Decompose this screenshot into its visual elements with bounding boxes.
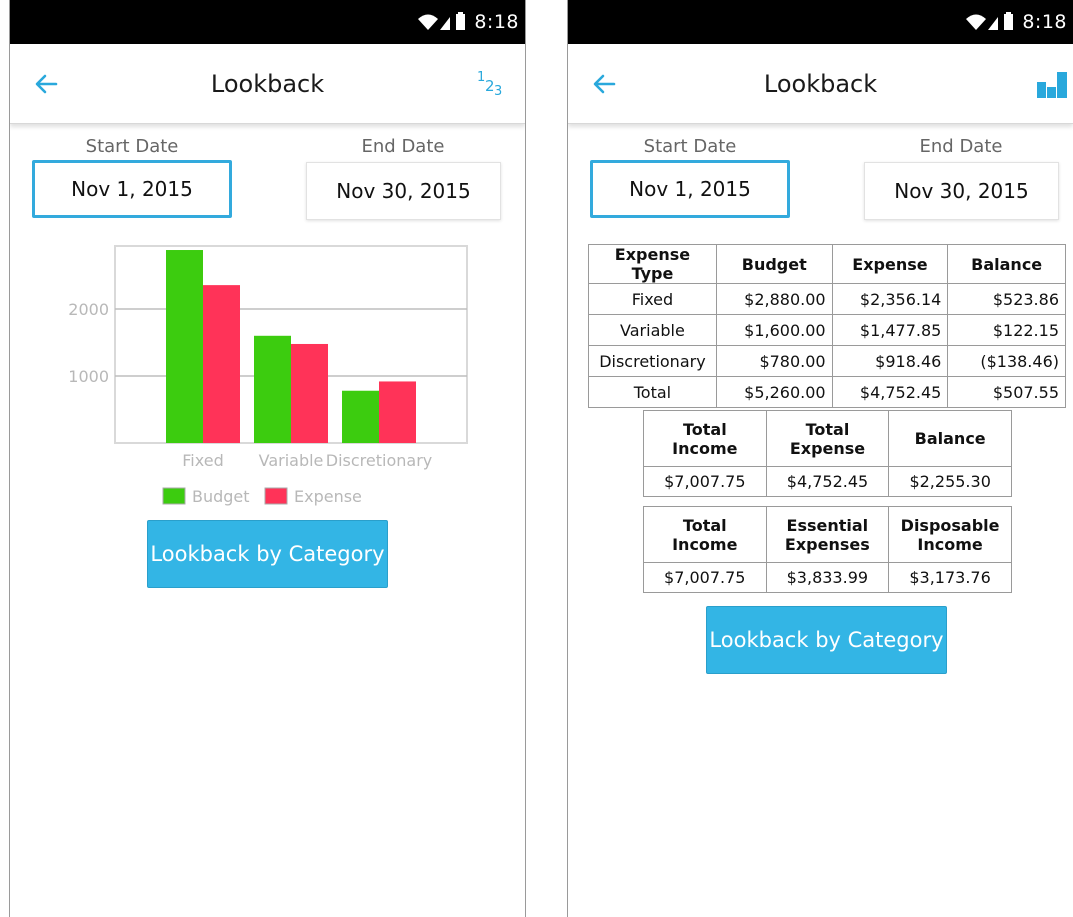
page-title: Lookback bbox=[210, 70, 325, 98]
table-row: $7,007.75 $4,752.45 $2,255.30 bbox=[643, 466, 1012, 497]
total-income-cell: $7,007.75 bbox=[643, 466, 767, 497]
bar-budget bbox=[342, 390, 379, 443]
status-bar: 8:18 bbox=[10, 0, 525, 44]
column-header: Budget bbox=[715, 244, 833, 284]
expense-type-cell: Total bbox=[588, 376, 717, 408]
start-date-label: Start Date bbox=[643, 136, 737, 157]
total-income-cell: $7,007.75 bbox=[643, 562, 767, 593]
right-phone-screen: 8:18 Lookback Start Date End Date Nov 1,… bbox=[567, 0, 1073, 917]
table-row: $7,007.75 $3,833.99 $3,173.76 bbox=[643, 562, 1012, 593]
balance-cell: $122.15 bbox=[947, 314, 1066, 346]
essential-expenses-cell: $3,833.99 bbox=[765, 562, 890, 593]
budget-cell: $5,260.00 bbox=[715, 376, 833, 408]
digit-three: 3 bbox=[494, 84, 503, 99]
total-expense-cell: $4,752.45 bbox=[765, 466, 890, 497]
legend-swatch bbox=[162, 487, 186, 505]
page-title: Lookback bbox=[763, 70, 878, 98]
end-date-field[interactable]: Nov 30, 2015 bbox=[306, 162, 501, 220]
table-header-row: Expense Type Budget Expense Balance bbox=[588, 244, 1066, 284]
lookback-by-category-button[interactable]: Lookback by Category bbox=[147, 520, 388, 588]
income-balance-table: Total Income Total Expense Balance $7,00… bbox=[643, 410, 1012, 497]
column-header: Expense Type bbox=[588, 244, 717, 284]
column-header: Total Expense bbox=[765, 410, 890, 467]
expense-cell: $2,356.14 bbox=[831, 283, 949, 315]
expense-type-cell: Discretionary bbox=[588, 345, 717, 377]
column-header: Essential Expenses bbox=[765, 506, 890, 563]
balance-cell: ($138.46) bbox=[947, 345, 1066, 377]
x-tick-label: Fixed bbox=[182, 451, 223, 470]
end-date-field[interactable]: Nov 30, 2015 bbox=[864, 162, 1059, 220]
end-date-label: End Date bbox=[361, 136, 445, 157]
budget-cell: $780.00 bbox=[715, 345, 833, 377]
balance-cell: $2,255.30 bbox=[888, 466, 1012, 497]
budget-cell: $2,880.00 bbox=[715, 283, 833, 315]
y-tick-label: 2000 bbox=[68, 300, 109, 319]
table-row: Discretionary $780.00 $918.46 ($138.46) bbox=[588, 345, 1066, 377]
disposable-income-table: Total Income Essential Expenses Disposab… bbox=[643, 506, 1012, 593]
clock: 8:18 bbox=[1022, 11, 1067, 33]
bar-expense bbox=[291, 343, 328, 443]
column-header: Total Income bbox=[643, 410, 767, 467]
end-date-label: End Date bbox=[919, 136, 1003, 157]
table-row: Fixed $2,880.00 $2,356.14 $523.86 bbox=[588, 283, 1066, 315]
expense-cell: $918.46 bbox=[831, 345, 949, 377]
legend-label: Budget bbox=[192, 487, 250, 506]
x-tick-label: Variable bbox=[259, 451, 324, 470]
app-bar: Lookback bbox=[568, 44, 1073, 124]
table-row: Total $5,260.00 $4,752.45 $507.55 bbox=[588, 376, 1066, 408]
status-bar: 8:18 bbox=[568, 0, 1073, 44]
column-header: Disposable Income bbox=[888, 506, 1012, 563]
app-bar: Lookback 123 bbox=[10, 44, 525, 124]
x-tick-label: Discretionary bbox=[326, 451, 432, 470]
column-header: Total Income bbox=[643, 506, 767, 563]
balance-cell: $507.55 bbox=[947, 376, 1066, 408]
table-header-row: Total Income Essential Expenses Disposab… bbox=[643, 506, 1012, 563]
status-icons bbox=[416, 11, 468, 33]
bar-budget bbox=[254, 335, 291, 443]
budget-expense-bar-chart: 1000 2000 Fixed Variable Discretionary Budget… bbox=[68, 245, 468, 506]
expense-type-cell: Variable bbox=[588, 314, 717, 346]
table-header-row: Total Income Total Expense Balance bbox=[643, 410, 1012, 467]
wifi-signal-battery-icon bbox=[418, 12, 466, 30]
budget-cell: $1,600.00 bbox=[715, 314, 833, 346]
expense-type-cell: Fixed bbox=[588, 283, 717, 315]
start-date-label: Start Date bbox=[85, 136, 179, 157]
lookback-by-category-button[interactable]: Lookback by Category bbox=[706, 606, 947, 674]
bar-expense bbox=[379, 381, 416, 443]
expense-cell: $1,477.85 bbox=[831, 314, 949, 346]
y-tick-label: 1000 bbox=[68, 367, 109, 386]
start-date-field[interactable]: Nov 1, 2015 bbox=[590, 160, 790, 218]
legend-label: Expense bbox=[294, 487, 362, 506]
legend-swatch bbox=[264, 487, 288, 505]
bar-expense bbox=[203, 285, 240, 443]
clock: 8:18 bbox=[474, 11, 519, 33]
wifi-signal-battery-icon bbox=[966, 12, 1014, 30]
numbers-123-icon[interactable]: 123 bbox=[467, 70, 507, 104]
expense-summary-table: Expense Type Budget Expense Balance Fixe… bbox=[588, 244, 1066, 408]
left-phone-screen: 8:18 Lookback 123 Start Date End Date No… bbox=[9, 0, 526, 917]
column-header: Balance bbox=[947, 244, 1066, 284]
disposable-income-cell: $3,173.76 bbox=[888, 562, 1012, 593]
expense-cell: $4,752.45 bbox=[831, 376, 949, 408]
bar-budget bbox=[166, 250, 203, 443]
column-header: Expense bbox=[831, 244, 949, 284]
status-icons bbox=[964, 11, 1016, 33]
table-row: Variable $1,600.00 $1,477.85 $122.15 bbox=[588, 314, 1066, 346]
balance-cell: $523.86 bbox=[947, 283, 1066, 315]
bar-chart-icon[interactable] bbox=[1035, 68, 1069, 102]
start-date-field[interactable]: Nov 1, 2015 bbox=[32, 160, 232, 218]
column-header: Balance bbox=[888, 410, 1012, 467]
